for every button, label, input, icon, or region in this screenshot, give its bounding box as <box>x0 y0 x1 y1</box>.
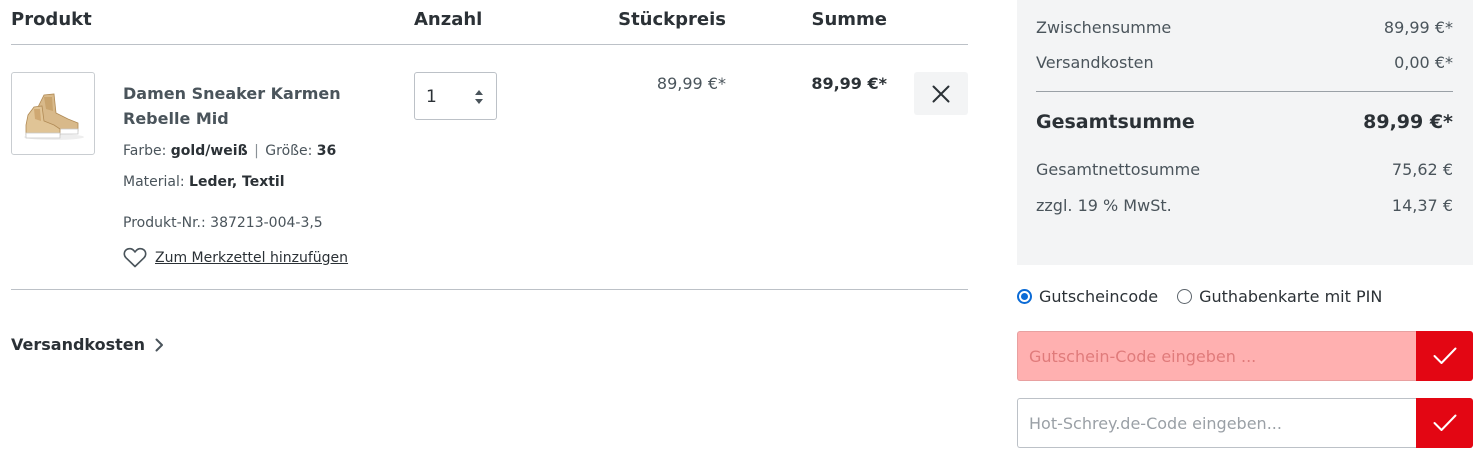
grand-total-row: Gesamtsumme 89,99 €* <box>1036 111 1453 133</box>
column-header-unit-price: Stückpreis <box>618 9 726 30</box>
radio-button-unchecked[interactable] <box>1177 289 1193 304</box>
voucher-code-input[interactable] <box>1017 331 1416 381</box>
hot-code-form <box>1017 398 1473 448</box>
material-label: Material: <box>123 174 185 190</box>
order-summary: Zwischensumme 89,99 €* Versandkosten 0,0… <box>1017 0 1473 265</box>
color-value: gold/weiß <box>170 143 248 159</box>
radio-gift-card[interactable]: Guthabenkarte mit PIN <box>1177 287 1382 306</box>
grand-total-value: 89,99 €* <box>1363 111 1453 133</box>
attribute-separator: | <box>254 143 259 159</box>
subtotal-row: Zwischensumme 89,99 €* <box>1036 18 1453 37</box>
radio-voucher-code-label: Gutscheincode <box>1039 287 1159 306</box>
radio-button-checked[interactable] <box>1017 289 1032 304</box>
size-label: Größe: <box>265 143 313 159</box>
vat-row: zzgl. 19 % MwSt. 14,37 € <box>1036 196 1453 215</box>
chevron-right-icon <box>155 338 164 351</box>
column-header-total: Summe <box>811 9 888 30</box>
color-label: Farbe: <box>123 143 167 159</box>
header-divider <box>11 44 968 45</box>
quantity-value: 1 <box>426 87 437 107</box>
close-icon <box>932 85 950 102</box>
add-to-wishlist-link[interactable]: Zum Merkzettel hinzufügen <box>123 247 348 268</box>
radio-voucher-code[interactable]: Gutscheincode <box>1017 287 1158 306</box>
size-value: 36 <box>316 143 337 159</box>
shipping-costs-label: Versandkosten <box>11 335 146 354</box>
shipping-value: 0,00 €* <box>1394 53 1453 72</box>
unit-price: 89,99 €* <box>656 74 726 93</box>
vat-value: 14,37 € <box>1391 196 1453 215</box>
shipping-label: Versandkosten <box>1036 53 1154 72</box>
quantity-stepper[interactable]: 1 <box>414 72 497 120</box>
radio-gift-card-label: Guthabenkarte mit PIN <box>1199 287 1383 306</box>
checkmark-icon <box>1433 347 1456 364</box>
product-number: Produkt-Nr.: 387213-004-3,5 <box>123 215 323 231</box>
column-header-product: Produkt <box>11 9 92 30</box>
summary-divider <box>1036 91 1453 92</box>
voucher-type-selector: Gutscheincode Guthabenkarte mit PIN <box>1017 287 1382 306</box>
product-image[interactable] <box>11 72 95 155</box>
remove-item-button[interactable] <box>914 72 968 115</box>
sneaker-image <box>24 93 84 140</box>
net-total-label: Gesamtnettosumme <box>1036 160 1201 179</box>
hot-code-input[interactable] <box>1017 398 1416 448</box>
shipping-costs-link[interactable]: Versandkosten <box>11 335 164 354</box>
up-down-arrows-icon[interactable] <box>474 88 484 106</box>
material-value: Leder, Textil <box>189 174 285 190</box>
checkmark-icon <box>1433 414 1456 431</box>
product-variant: Farbe: gold/weiß | Größe: 36 <box>123 143 336 159</box>
net-total-value: 75,62 € <box>1391 160 1453 179</box>
product-material: Material: Leder, Textil <box>123 174 285 190</box>
column-header-quantity: Anzahl <box>414 9 483 30</box>
grand-total-label: Gesamtsumme <box>1036 111 1195 133</box>
subtotal-label: Zwischensumme <box>1036 18 1172 37</box>
heart-icon <box>123 247 147 268</box>
voucher-submit-button[interactable] <box>1416 331 1473 381</box>
net-total-row: Gesamtnettosumme 75,62 € <box>1036 160 1453 179</box>
item-divider <box>11 289 968 290</box>
subtotal-value: 89,99 €* <box>1383 18 1453 37</box>
hot-code-submit-button[interactable] <box>1416 398 1473 448</box>
wishlist-label: Zum Merkzettel hinzufügen <box>155 249 349 266</box>
product-name[interactable]: Damen Sneaker Karmen Rebelle Mid <box>123 81 353 131</box>
item-total: 89,99 €* <box>811 74 887 93</box>
shipping-row: Versandkosten 0,00 €* <box>1036 53 1453 72</box>
voucher-code-form <box>1017 331 1473 381</box>
vat-label: zzgl. 19 % MwSt. <box>1036 196 1172 215</box>
